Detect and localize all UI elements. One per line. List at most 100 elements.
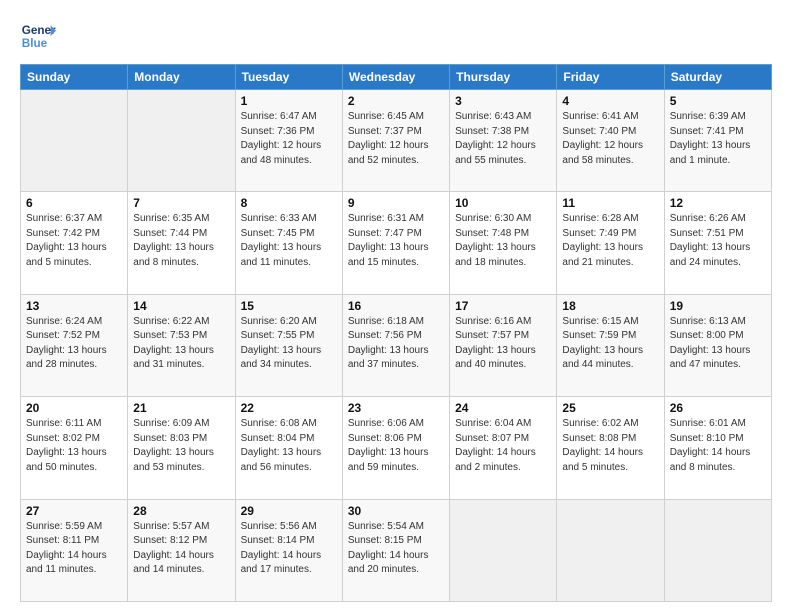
day-number: 28 — [133, 504, 229, 518]
day-info: Sunrise: 6:16 AM Sunset: 7:57 PM Dayligh… — [455, 315, 551, 373]
day-number: 29 — [241, 504, 337, 518]
day-cell: 10 Sunrise: 6:30 AM Sunset: 7:48 PM Dayli… — [450, 192, 557, 294]
day-number: 6 — [26, 196, 122, 210]
day-info: Sunrise: 6:43 AM Sunset: 7:38 PM Dayligh… — [455, 110, 551, 168]
day-cell: 26Sunrise: 6:01 AM Sunset: 8:10 PM Dayli… — [664, 397, 771, 499]
day-info: Sunrise: 6:11 AM Sunset: 8:02 PM Dayligh… — [26, 417, 122, 475]
day-number: 19 — [670, 299, 766, 313]
day-cell: 8 Sunrise: 6:33 AM Sunset: 7:45 PM Daylig… — [235, 192, 342, 294]
day-cell: 2 Sunrise: 6:45 AM Sunset: 7:37 PM Daylig… — [342, 90, 449, 192]
day-info: Sunrise: 5:57 AM Sunset: 8:12 PM Dayligh… — [133, 520, 229, 578]
day-cell: 23 Sunrise: 6:06 AM Sunset: 8:06 PM Dayli… — [342, 397, 449, 499]
day-cell: 7 Sunrise: 6:35 AM Sunset: 7:44 PM Daylig… — [128, 192, 235, 294]
week-row-1: 1 Sunrise: 6:47 AM Sunset: 7:36 PM Daylig… — [21, 90, 772, 192]
day-number: 27 — [26, 504, 122, 518]
day-cell: 3 Sunrise: 6:43 AM Sunset: 7:38 PM Daylig… — [450, 90, 557, 192]
day-cell: 30 Sunrise: 5:54 AM Sunset: 8:15 PM Dayli… — [342, 499, 449, 601]
day-header-tuesday: Tuesday — [235, 65, 342, 90]
day-cell: 15 Sunrise: 6:20 AM Sunset: 7:55 PM Dayli… — [235, 294, 342, 396]
header: General Blue — [20, 18, 772, 54]
day-cell — [664, 499, 771, 601]
logo-icon: General Blue — [20, 18, 56, 54]
day-info: Sunrise: 6:06 AM Sunset: 8:06 PM Dayligh… — [348, 417, 444, 475]
calendar-body: 1 Sunrise: 6:47 AM Sunset: 7:36 PM Daylig… — [21, 90, 772, 602]
day-cell: 13 Sunrise: 6:24 AM Sunset: 7:52 PM Dayli… — [21, 294, 128, 396]
day-number: 1 — [241, 94, 337, 108]
day-cell: 27 Sunrise: 5:59 AM Sunset: 8:11 PM Dayli… — [21, 499, 128, 601]
day-info: Sunrise: 6:37 AM Sunset: 7:42 PM Dayligh… — [26, 212, 122, 270]
day-cell — [557, 499, 664, 601]
day-cell: 16Sunrise: 6:18 AM Sunset: 7:56 PM Dayli… — [342, 294, 449, 396]
day-header-wednesday: Wednesday — [342, 65, 449, 90]
day-number: 5 — [670, 94, 766, 108]
day-cell: 21Sunrise: 6:09 AM Sunset: 8:03 PM Dayli… — [128, 397, 235, 499]
day-info: Sunrise: 5:56 AM Sunset: 8:14 PM Dayligh… — [241, 520, 337, 578]
day-number: 15 — [241, 299, 337, 313]
day-info: Sunrise: 6:35 AM Sunset: 7:44 PM Dayligh… — [133, 212, 229, 270]
day-info: Sunrise: 6:02 AM Sunset: 8:08 PM Dayligh… — [562, 417, 658, 475]
day-cell: 24Sunrise: 6:04 AM Sunset: 8:07 PM Dayli… — [450, 397, 557, 499]
week-row-4: 20 Sunrise: 6:11 AM Sunset: 8:02 PM Dayli… — [21, 397, 772, 499]
day-cell: 22 Sunrise: 6:08 AM Sunset: 8:04 PM Dayli… — [235, 397, 342, 499]
day-info: Sunrise: 6:13 AM Sunset: 8:00 PM Dayligh… — [670, 315, 766, 373]
day-header-saturday: Saturday — [664, 65, 771, 90]
day-number: 8 — [241, 196, 337, 210]
day-number: 23 — [348, 401, 444, 415]
day-number: 22 — [241, 401, 337, 415]
day-info: Sunrise: 5:54 AM Sunset: 8:15 PM Dayligh… — [348, 520, 444, 578]
day-info: Sunrise: 6:26 AM Sunset: 7:51 PM Dayligh… — [670, 212, 766, 270]
day-info: Sunrise: 6:08 AM Sunset: 8:04 PM Dayligh… — [241, 417, 337, 475]
calendar-header: SundayMondayTuesdayWednesdayThursdayFrid… — [21, 65, 772, 90]
day-info: Sunrise: 6:28 AM Sunset: 7:49 PM Dayligh… — [562, 212, 658, 270]
day-header-thursday: Thursday — [450, 65, 557, 90]
day-cell: 11 Sunrise: 6:28 AM Sunset: 7:49 PM Dayli… — [557, 192, 664, 294]
day-info: Sunrise: 6:45 AM Sunset: 7:37 PM Dayligh… — [348, 110, 444, 168]
day-cell: 17 Sunrise: 6:16 AM Sunset: 7:57 PM Dayli… — [450, 294, 557, 396]
day-info: Sunrise: 6:33 AM Sunset: 7:45 PM Dayligh… — [241, 212, 337, 270]
day-cell — [128, 90, 235, 192]
day-number: 3 — [455, 94, 551, 108]
day-number: 30 — [348, 504, 444, 518]
day-header-sunday: Sunday — [21, 65, 128, 90]
day-info: Sunrise: 6:01 AM Sunset: 8:10 PM Dayligh… — [670, 417, 766, 475]
day-number: 12 — [670, 196, 766, 210]
day-cell: 5 Sunrise: 6:39 AM Sunset: 7:41 PM Daylig… — [664, 90, 771, 192]
day-number: 25 — [562, 401, 658, 415]
day-info: Sunrise: 6:31 AM Sunset: 7:47 PM Dayligh… — [348, 212, 444, 270]
day-info: Sunrise: 6:24 AM Sunset: 7:52 PM Dayligh… — [26, 315, 122, 373]
day-cell: 25 Sunrise: 6:02 AM Sunset: 8:08 PM Dayli… — [557, 397, 664, 499]
day-number: 11 — [562, 196, 658, 210]
day-number: 24 — [455, 401, 551, 415]
day-info: Sunrise: 6:41 AM Sunset: 7:40 PM Dayligh… — [562, 110, 658, 168]
day-info: Sunrise: 6:30 AM Sunset: 7:48 PM Dayligh… — [455, 212, 551, 270]
week-row-3: 13 Sunrise: 6:24 AM Sunset: 7:52 PM Dayli… — [21, 294, 772, 396]
day-number: 2 — [348, 94, 444, 108]
day-info: Sunrise: 6:18 AM Sunset: 7:56 PM Dayligh… — [348, 315, 444, 373]
day-number: 7 — [133, 196, 229, 210]
day-number: 4 — [562, 94, 658, 108]
day-number: 20 — [26, 401, 122, 415]
day-cell: 4 Sunrise: 6:41 AM Sunset: 7:40 PM Daylig… — [557, 90, 664, 192]
day-number: 9 — [348, 196, 444, 210]
day-cell: 20 Sunrise: 6:11 AM Sunset: 8:02 PM Dayli… — [21, 397, 128, 499]
day-info: Sunrise: 5:59 AM Sunset: 8:11 PM Dayligh… — [26, 520, 122, 578]
day-number: 21 — [133, 401, 229, 415]
day-info: Sunrise: 6:20 AM Sunset: 7:55 PM Dayligh… — [241, 315, 337, 373]
svg-text:Blue: Blue — [22, 37, 48, 50]
day-number: 14 — [133, 299, 229, 313]
header-row: SundayMondayTuesdayWednesdayThursdayFrid… — [21, 65, 772, 90]
day-cell: 19 Sunrise: 6:13 AM Sunset: 8:00 PM Dayli… — [664, 294, 771, 396]
day-info: Sunrise: 6:15 AM Sunset: 7:59 PM Dayligh… — [562, 315, 658, 373]
day-info: Sunrise: 6:39 AM Sunset: 7:41 PM Dayligh… — [670, 110, 766, 168]
day-number: 18 — [562, 299, 658, 313]
day-info: Sunrise: 6:47 AM Sunset: 7:36 PM Dayligh… — [241, 110, 337, 168]
logo: General Blue — [20, 18, 56, 54]
day-number: 10 — [455, 196, 551, 210]
day-cell — [21, 90, 128, 192]
day-cell: 1 Sunrise: 6:47 AM Sunset: 7:36 PM Daylig… — [235, 90, 342, 192]
day-header-monday: Monday — [128, 65, 235, 90]
day-cell — [450, 499, 557, 601]
day-number: 17 — [455, 299, 551, 313]
day-cell: 28 Sunrise: 5:57 AM Sunset: 8:12 PM Dayli… — [128, 499, 235, 601]
day-number: 13 — [26, 299, 122, 313]
